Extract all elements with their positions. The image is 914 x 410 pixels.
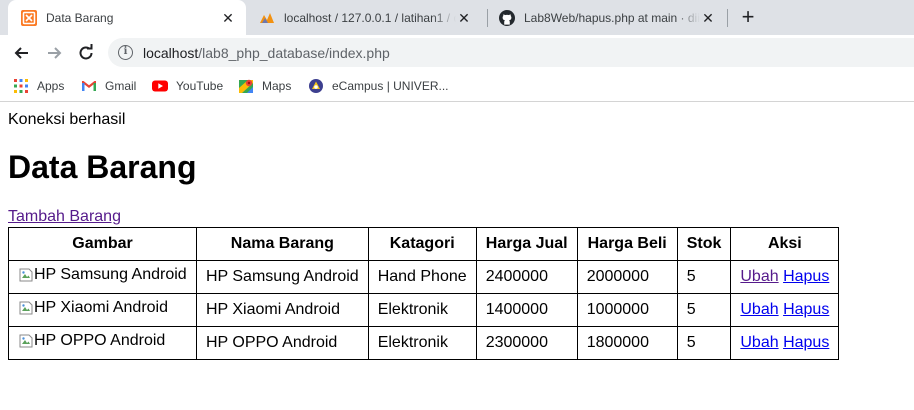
gmail-icon xyxy=(82,81,96,91)
new-tab-button[interactable]: + xyxy=(737,6,759,29)
cell-harga-jual: 1400000 xyxy=(475,293,578,327)
tab-title: localhost / 127.0.0.1 / latihan1 / d xyxy=(284,10,456,25)
tab-strip: Data Barang ✕ localhost / 127.0.0.1 / la… xyxy=(0,0,914,35)
tab-phpmyadmin[interactable]: localhost / 127.0.0.1 / latihan1 / d ✕ xyxy=(246,0,482,35)
tab-title: Lab8Web/hapus.php at main · dii xyxy=(524,10,700,25)
cell-stok: 5 xyxy=(676,260,732,294)
table-row: HP Samsung Android HP Samsung Android Ha… xyxy=(8,260,840,294)
broken-image: HP OPPO Android xyxy=(18,332,165,350)
cell-harga-jual: 2300000 xyxy=(475,326,578,360)
reload-icon xyxy=(79,44,93,60)
cell-kategori: Hand Phone xyxy=(367,260,477,294)
tab-title: Data Barang xyxy=(46,10,114,25)
cell-aksi: Ubah Hapus xyxy=(730,293,840,327)
bookmark-youtube[interactable]: YouTube xyxy=(152,77,223,95)
maps-icon xyxy=(239,79,253,93)
column-header: Gambar xyxy=(8,227,197,261)
address-bar[interactable]: i localhost/lab8_php_database/index.php xyxy=(108,38,914,67)
column-header: Katagori xyxy=(367,227,477,261)
edit-link[interactable]: Ubah xyxy=(740,268,778,285)
broken-image-icon xyxy=(19,334,33,348)
cell-harga-jual: 2400000 xyxy=(475,260,578,294)
close-tab-icon[interactable]: ✕ xyxy=(700,10,716,26)
cell-nama: HP Xiaomi Android xyxy=(196,293,369,327)
image-cell: HP OPPO Android xyxy=(8,326,197,360)
edit-link[interactable]: Ubah xyxy=(740,301,778,318)
bookmark-apps[interactable]: Apps xyxy=(13,77,64,95)
column-header: Stok xyxy=(676,227,732,261)
cell-stok: 5 xyxy=(676,326,732,360)
close-tab-icon[interactable]: ✕ xyxy=(220,10,236,26)
browser-toolbar: i localhost/lab8_php_database/index.php xyxy=(0,35,914,70)
connection-status: Koneksi berhasil xyxy=(8,111,126,128)
image-alt-text: HP Samsung Android xyxy=(34,266,187,283)
url-path: /lab8_php_database/index.php xyxy=(198,45,390,61)
table-row: HP OPPO Android HP OPPO Android Elektron… xyxy=(8,326,840,360)
back-arrow-icon xyxy=(14,47,28,59)
bookmark-label: Apps xyxy=(37,79,65,93)
cell-stok: 5 xyxy=(676,293,732,327)
table-header-row: Gambar Nama Barang Katagori Harga Jual H… xyxy=(8,227,840,261)
site-info-icon[interactable]: i xyxy=(118,45,133,60)
bookmark-label: YouTube xyxy=(176,79,224,93)
column-header: Aksi xyxy=(730,227,840,261)
cell-aksi: Ubah Hapus xyxy=(730,260,840,294)
delete-link[interactable]: Hapus xyxy=(783,301,829,318)
url-text[interactable]: localhost/lab8_php_database/index.php xyxy=(143,45,390,61)
bookmark-label: Maps xyxy=(262,79,292,93)
column-header: Harga Beli xyxy=(576,227,678,261)
cell-kategori: Elektronik xyxy=(367,326,477,360)
back-button[interactable] xyxy=(9,40,35,66)
ecampus-icon xyxy=(309,79,323,93)
xampp-icon xyxy=(21,9,37,26)
bookmark-label: eCampus | UNIVER... xyxy=(332,79,449,93)
close-tab-icon[interactable]: ✕ xyxy=(456,10,472,26)
cell-nama: HP OPPO Android xyxy=(196,326,369,360)
bookmark-maps[interactable]: Maps xyxy=(238,77,291,95)
tab-separator xyxy=(727,9,728,27)
broken-image-icon xyxy=(19,301,33,315)
delete-link[interactable]: Hapus xyxy=(783,334,829,351)
forward-button[interactable] xyxy=(41,40,67,66)
cell-aksi: Ubah Hapus xyxy=(730,326,840,360)
url-host: localhost xyxy=(143,45,199,61)
image-cell: HP Samsung Android xyxy=(8,260,197,294)
image-cell: HP Xiaomi Android xyxy=(8,293,197,327)
broken-image-icon xyxy=(19,268,33,282)
table-row: HP Xiaomi Android HP Xiaomi Android Elek… xyxy=(8,293,840,327)
page-content: Koneksi berhasil Data Barang Tambah Bara… xyxy=(0,103,914,410)
page-title: Data Barang xyxy=(8,149,197,185)
image-alt-text: HP OPPO Android xyxy=(34,332,166,349)
cell-nama: HP Samsung Android xyxy=(196,260,369,294)
column-header: Harga Jual xyxy=(475,227,578,261)
github-icon xyxy=(499,9,515,26)
image-alt-text: HP Xiaomi Android xyxy=(34,299,168,316)
tab-data-barang[interactable]: Data Barang ✕ xyxy=(8,0,246,35)
forward-arrow-icon xyxy=(48,47,62,59)
cell-harga-beli: 2000000 xyxy=(576,260,678,294)
phpmyadmin-icon xyxy=(260,12,274,23)
bookmarks-bar: Apps Gmail YouTube Maps eCampus | UNIVER… xyxy=(0,70,914,102)
add-item-link[interactable]: Tambah Barang xyxy=(8,208,121,226)
column-header: Nama Barang xyxy=(196,227,369,261)
bookmark-gmail[interactable]: Gmail xyxy=(81,77,136,95)
bookmark-ecampus[interactable]: eCampus | UNIVER... xyxy=(308,77,448,95)
tab-github[interactable]: Lab8Web/hapus.php at main · dii ✕ xyxy=(486,0,726,35)
bookmark-label: Gmail xyxy=(105,79,137,93)
cell-kategori: Elektronik xyxy=(367,293,477,327)
apps-grid-icon xyxy=(14,79,28,93)
cell-harga-beli: 1000000 xyxy=(576,293,678,327)
broken-image: HP Samsung Android xyxy=(18,266,187,284)
edit-link[interactable]: Ubah xyxy=(740,334,778,351)
items-table: Gambar Nama Barang Katagori Harga Jual H… xyxy=(8,227,840,360)
reload-button[interactable] xyxy=(73,40,99,66)
broken-image: HP Xiaomi Android xyxy=(18,299,168,317)
delete-link[interactable]: Hapus xyxy=(783,268,829,285)
cell-harga-beli: 1800000 xyxy=(576,326,678,360)
youtube-icon xyxy=(152,80,168,92)
